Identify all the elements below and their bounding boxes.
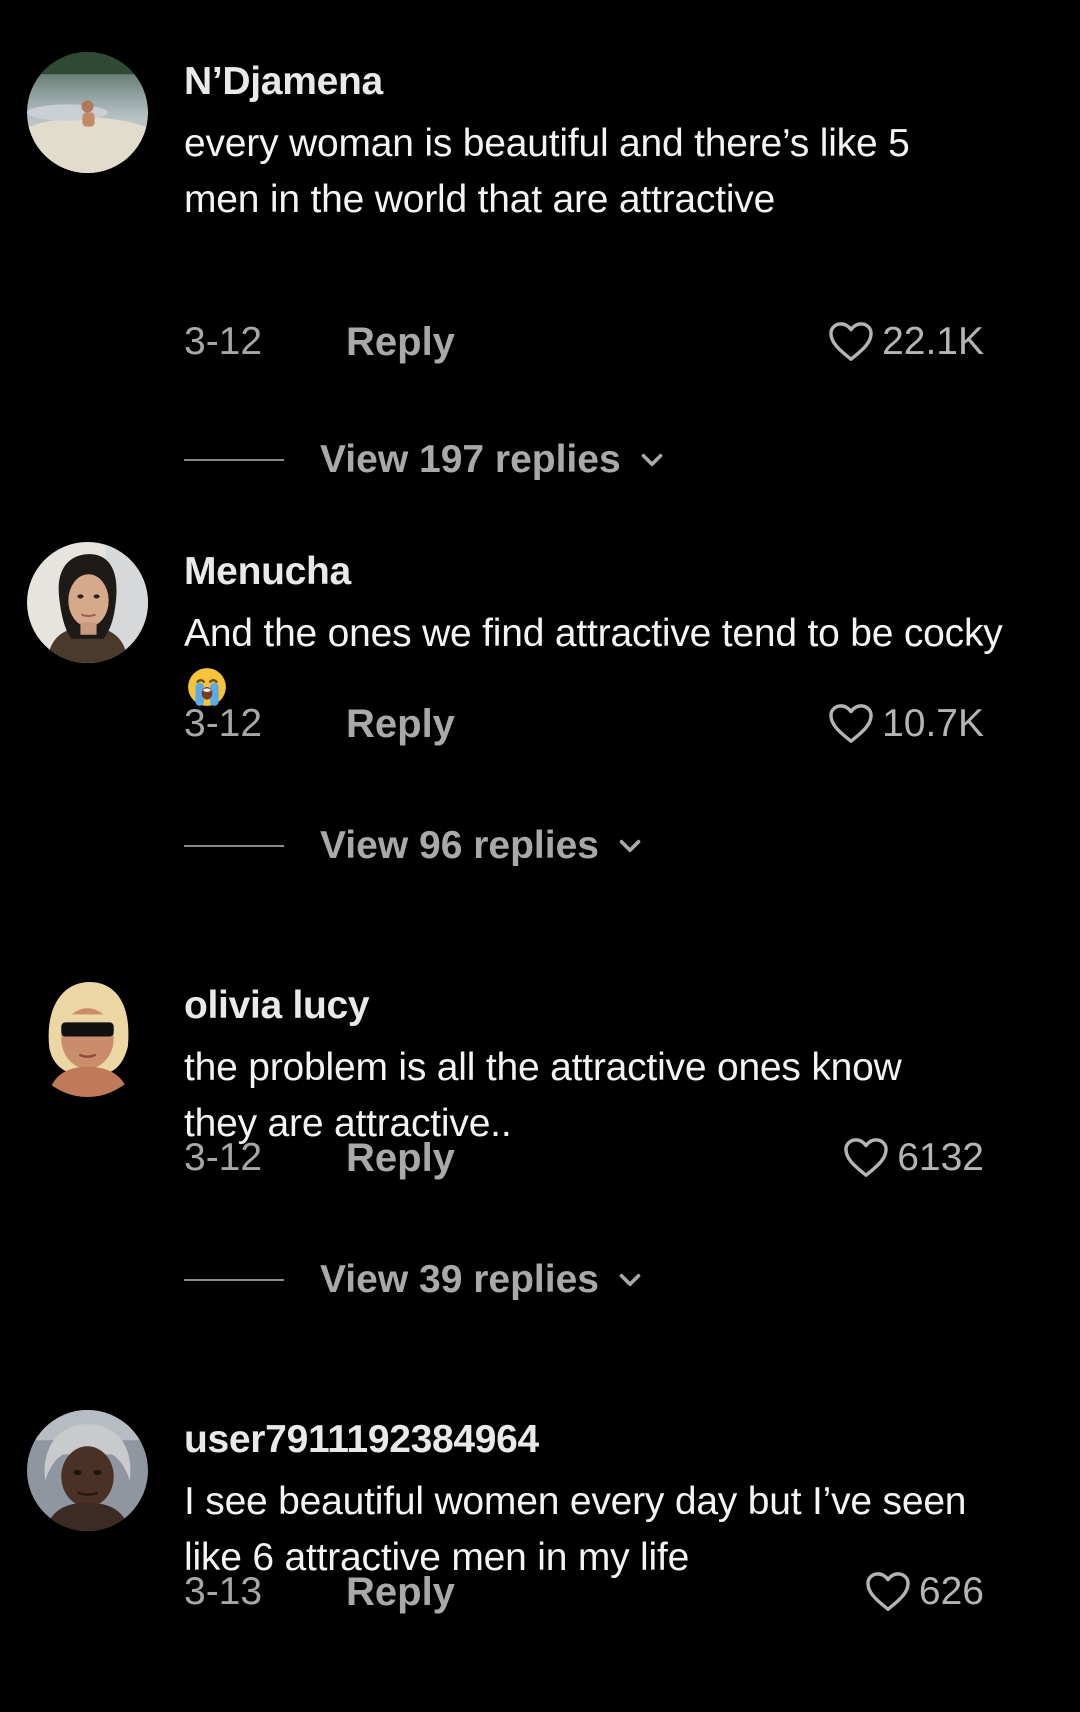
view-replies-button[interactable]: View 39 replies	[184, 1252, 647, 1308]
heart-icon	[844, 1138, 888, 1177]
comment-date: 3-13	[184, 1570, 263, 1613]
divider-line	[184, 459, 284, 461]
like-button[interactable]: 6132	[843, 1130, 984, 1186]
view-replies-button[interactable]: View 197 replies	[184, 432, 669, 488]
avatar[interactable]	[27, 52, 148, 173]
divider-line	[184, 1279, 284, 1281]
comment-meta: 3-12 Reply 10.7K	[184, 696, 984, 752]
like-button[interactable]: 10.7K	[828, 696, 984, 752]
avatar[interactable]	[27, 1410, 148, 1531]
comment-username[interactable]: user7911192384964	[184, 1418, 539, 1462]
avatar[interactable]	[27, 976, 148, 1097]
avatar[interactable]	[27, 542, 148, 663]
avatar-image	[27, 52, 148, 173]
like-button[interactable]: 22.1K	[828, 314, 984, 370]
view-replies-label: View 96 replies	[320, 824, 599, 867]
comment-date: 3-12	[184, 320, 263, 363]
heart-icon	[829, 322, 873, 361]
comment-meta: 3-13 Reply 626	[184, 1564, 984, 1620]
like-count: 22.1K	[882, 320, 984, 363]
avatar-image	[27, 1410, 148, 1531]
heart-icon	[866, 1572, 910, 1611]
comment-date: 3-12	[184, 702, 263, 745]
like-button[interactable]: 626	[865, 1564, 984, 1620]
comment-username[interactable]: N’Djamena	[184, 60, 383, 104]
view-replies-label: View 197 replies	[320, 438, 621, 481]
comment-username[interactable]: Menucha	[184, 550, 351, 594]
heart-icon	[829, 704, 873, 743]
divider-line	[184, 845, 284, 847]
like-count: 626	[918, 1570, 984, 1613]
comment-date: 3-12	[184, 1136, 263, 1179]
comment-meta: 3-12 Reply 6132	[184, 1130, 984, 1186]
comment-text-content: And the ones we find attractive tend to …	[184, 612, 1003, 655]
avatar-image	[27, 976, 148, 1097]
reply-button[interactable]: Reply	[346, 314, 455, 370]
comment-text: every woman is beautiful and there’s lik…	[184, 122, 910, 221]
view-replies-button[interactable]: View 96 replies	[184, 818, 647, 874]
reply-button[interactable]: Reply	[346, 696, 455, 752]
like-count: 6132	[897, 1136, 984, 1179]
like-count: 10.7K	[882, 702, 984, 745]
reply-button[interactable]: Reply	[346, 1564, 455, 1620]
view-replies-label: View 39 replies	[320, 1258, 599, 1301]
comment-username[interactable]: olivia lucy	[184, 984, 370, 1028]
comment-meta: 3-12 Reply 22.1K	[184, 314, 984, 370]
chevron-down-icon	[619, 839, 641, 853]
chevron-down-icon	[641, 453, 662, 467]
avatar-image	[27, 542, 148, 663]
chevron-down-icon	[619, 1273, 641, 1287]
reply-button[interactable]: Reply	[346, 1130, 455, 1186]
